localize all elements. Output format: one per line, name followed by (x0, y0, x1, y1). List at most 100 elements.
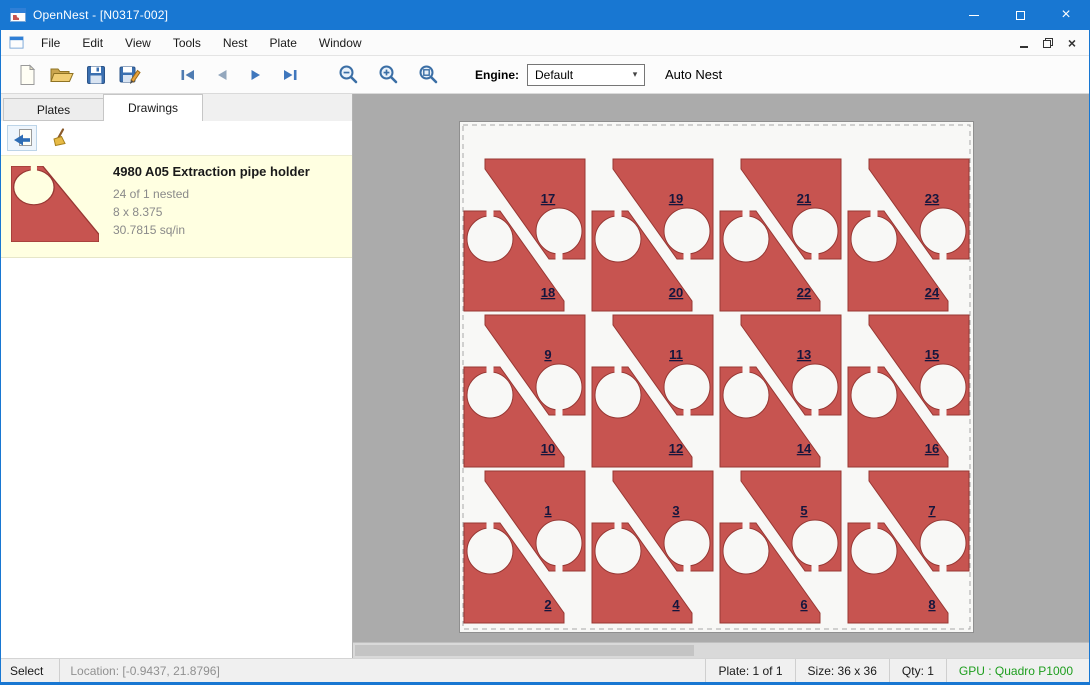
menu-item-window[interactable]: Window (308, 30, 373, 56)
zoom-fit-button[interactable] (411, 60, 445, 90)
part-number: 19 (669, 191, 683, 206)
status-gpu: GPU : Quadro P1000 (946, 659, 1089, 682)
nest-pair: 34 (592, 471, 713, 623)
part-notch-slot (487, 523, 494, 531)
part-notch-slot (743, 367, 750, 375)
part-notch-slot (487, 211, 494, 219)
part-number: 24 (925, 285, 940, 300)
status-mode: Select (1, 659, 59, 682)
drawing-title: 4980 A05 Extraction pipe holder (113, 164, 310, 179)
nav-prev-icon (213, 66, 231, 84)
tab-drawings[interactable]: Drawings (103, 94, 203, 121)
zoom-in-button[interactable] (371, 60, 405, 90)
nav-last-icon (281, 66, 299, 84)
part-notch (664, 208, 710, 254)
menu-item-view[interactable]: View (114, 30, 162, 56)
horizontal-scrollbar[interactable] (353, 642, 1089, 658)
maximize-icon (1016, 11, 1025, 20)
mdi-restore-icon (1042, 37, 1054, 49)
menu-item-plate[interactable]: Plate (259, 30, 308, 56)
app-window: OpenNest - [N0317-002] × FileEditViewToo… (0, 0, 1090, 685)
import-button[interactable] (7, 125, 37, 151)
part-number: 17 (541, 191, 555, 206)
save-edit-button[interactable] (113, 60, 147, 90)
auto-nest-button[interactable]: Auto Nest (665, 67, 722, 82)
menu-item-file[interactable]: File (30, 30, 71, 56)
part-number: 22 (797, 285, 811, 300)
part-number: 21 (797, 191, 811, 206)
minimize-button[interactable] (951, 0, 997, 30)
mdi-restore-button[interactable] (1037, 33, 1059, 53)
part-number: 10 (541, 441, 555, 456)
part-notch-slot (871, 211, 878, 219)
drawing-list-item[interactable]: 4980 A05 Extraction pipe holder 24 of 1 … (1, 155, 352, 258)
save-icon (86, 65, 106, 85)
menu-item-nest[interactable]: Nest (212, 30, 259, 56)
part-number: 5 (800, 503, 807, 518)
zoom-out-button[interactable] (331, 60, 365, 90)
part-number: 16 (925, 441, 939, 456)
part-number: 13 (797, 347, 811, 362)
nav-first-icon (179, 66, 197, 84)
menu-item-tools[interactable]: Tools (162, 30, 212, 56)
part-notch-slot (684, 564, 691, 572)
part-number: 11 (669, 347, 683, 362)
part-notch-slot (812, 408, 819, 416)
nav-next-button[interactable] (239, 60, 273, 90)
nav-prev-button[interactable] (205, 60, 239, 90)
part-number: 8 (928, 597, 935, 612)
part-notch-slot (871, 523, 878, 531)
window-title: OpenNest - [N0317-002] (33, 8, 951, 22)
part-thumbnail (11, 166, 99, 247)
part-number: 2 (544, 597, 551, 612)
nest-pair: 78 (848, 471, 969, 623)
nav-first-button[interactable] (171, 60, 205, 90)
part-notch (920, 364, 966, 410)
mdi-close-button[interactable]: × (1061, 33, 1083, 53)
close-button[interactable]: × (1043, 0, 1089, 30)
part-number: 7 (928, 503, 935, 518)
part-notch-slot (615, 523, 622, 531)
nav-last-button[interactable] (273, 60, 307, 90)
part-number: 12 (669, 441, 683, 456)
drawing-dimensions: 8 x 8.375 (113, 203, 310, 221)
main-toolbar: Engine: Default ▾ Auto Nest (1, 56, 1089, 94)
tab-plates[interactable]: Plates (3, 98, 103, 121)
nest-pair: 1314 (720, 315, 841, 467)
part-notch-slot (556, 408, 563, 416)
part-notch-slot (743, 523, 750, 531)
new-button[interactable] (11, 60, 45, 90)
content-area: Plates Drawings (1, 94, 1089, 658)
part-notch (792, 208, 838, 254)
status-location: Location: [-0.9437, 21.8796] (59, 659, 229, 682)
part-notch (723, 528, 769, 574)
close-icon: × (1068, 35, 1076, 51)
mdi-minimize-button[interactable] (1013, 33, 1035, 53)
dropdown-arrow-icon: ▾ (626, 69, 644, 80)
drawings-panel: 4980 A05 Extraction pipe holder 24 of 1 … (1, 121, 352, 658)
document-icon[interactable] (9, 35, 24, 50)
scrollbar-thumb[interactable] (355, 645, 694, 656)
title-bar: OpenNest - [N0317-002] × (1, 0, 1089, 30)
minimize-icon (1020, 46, 1028, 48)
maximize-button[interactable] (997, 0, 1043, 30)
save-button[interactable] (79, 60, 113, 90)
import-icon (11, 128, 33, 148)
part-notch-slot (615, 367, 622, 375)
part-notch-slot (871, 367, 878, 375)
nest-pair: 11 12 (592, 315, 713, 467)
menu-item-edit[interactable]: Edit (71, 30, 114, 56)
canvas-viewport[interactable]: 171819202122232491011121314151612345678 (353, 94, 1089, 642)
new-icon (18, 64, 38, 86)
part-notch-slot (812, 564, 819, 572)
engine-select[interactable]: Default ▾ (527, 64, 645, 86)
part-notch-slot (556, 564, 563, 572)
menu-bar: FileEditViewToolsNestPlateWindow × (1, 30, 1089, 56)
part-number: 1 (544, 503, 551, 518)
drawing-info: 4980 A05 Extraction pipe holder 24 of 1 … (113, 164, 310, 239)
open-button[interactable] (45, 60, 79, 90)
part-number: 23 (925, 191, 939, 206)
nest-canvas[interactable]: 171819202122232491011121314151612345678 (353, 94, 1089, 658)
clear-button[interactable] (45, 125, 75, 151)
nest-pair: 56 (720, 471, 841, 623)
